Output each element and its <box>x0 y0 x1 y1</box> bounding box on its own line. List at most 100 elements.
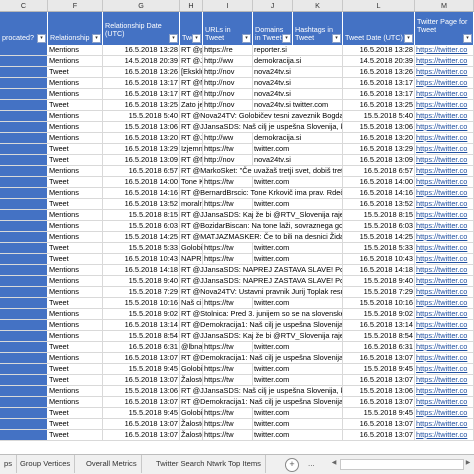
cell-tweet[interactable]: Golobiče <box>180 408 203 418</box>
cell-tweet[interactable]: RT @BozidarBiscan: Na tone laži, sovrazn… <box>180 221 343 231</box>
cell-relationship-date[interactable]: 16.5.2018 13:20 <box>103 133 180 143</box>
cell-tweet[interactable]: RT @pote <box>180 45 203 55</box>
cell-relationship[interactable]: Mentions <box>48 133 103 143</box>
cell-tweet-date[interactable]: 15.5.2018 6:03 <box>343 221 415 231</box>
cell-relationship-date[interactable]: 15.5.2018 13:06 <box>103 122 180 132</box>
cell-relationship-date[interactable]: 15.5.2018 9:45 <box>103 364 180 374</box>
table-row[interactable]: Mentions 16.5.2018 13:07 RT @Demokracija1:… <box>0 397 474 408</box>
cell-tweet-date[interactable]: 16.5.2018 6:31 <box>343 342 415 352</box>
cell-domains-in-tweet[interactable]: reporter.si <box>253 45 343 55</box>
cell-twitter-page[interactable]: https://twitter.co <box>415 78 474 88</box>
cell-tweet[interactable]: Naš cilj je <box>180 298 203 308</box>
cell-reciprocated[interactable] <box>0 287 48 297</box>
cell-urls-in-tweet[interactable]: https://tw <box>203 177 253 187</box>
cell-urls-in-tweet[interactable]: http://ww <box>203 133 253 143</box>
column-letter-f[interactable]: F <box>48 0 103 11</box>
cell-relationship[interactable]: Tweet <box>48 67 103 77</box>
cell-tweet-date[interactable]: 16.5.2018 13:29 <box>343 144 415 154</box>
cell-relationship-date[interactable]: 15.5.2018 6:03 <box>103 221 180 231</box>
cell-relationship-date[interactable]: 15.5.2018 14:25 <box>103 232 180 242</box>
table-row[interactable]: Mentions 16.5.2018 14:18 RT @JJansaSDS: NA… <box>0 265 474 276</box>
cell-relationship-date[interactable]: 15.5.2018 5:40 <box>103 111 180 121</box>
scroll-right-icon[interactable]: ▶ <box>464 459 472 468</box>
cell-relationship-date[interactable]: 15.5.2018 8:15 <box>103 210 180 220</box>
cell-relationship[interactable]: Mentions <box>48 353 103 363</box>
cell-tweet-date[interactable]: 15.5.2018 13:06 <box>343 386 415 396</box>
cell-reciprocated[interactable] <box>0 243 48 253</box>
filter-dropdown-icon[interactable]: ▾ <box>242 34 251 43</box>
cell-domains-in-tweet[interactable]: nova24tv.si <box>253 89 343 99</box>
cell-twitter-page[interactable]: https://twitter.co <box>415 199 474 209</box>
cell-reciprocated[interactable] <box>0 45 48 55</box>
cell-tweet[interactable]: @lbna69 <box>180 342 203 352</box>
header-reciprocated[interactable]: procated? ▾ <box>0 12 48 45</box>
cell-relationship[interactable]: Mentions <box>48 397 103 407</box>
cell-tweet-date[interactable]: 16.5.2018 13:20 <box>343 133 415 143</box>
table-row[interactable]: Mentions 15.5.2018 6:03 RT @BozidarBiscan:… <box>0 221 474 232</box>
cell-twitter-page[interactable]: https://twitter.co <box>415 210 474 220</box>
cell-relationship[interactable]: Mentions <box>48 320 103 330</box>
cell-domains-in-tweet[interactable]: nova24tv.si <box>253 67 343 77</box>
column-letter-i[interactable]: I <box>203 0 253 11</box>
cell-relationship[interactable]: Mentions <box>48 287 103 297</box>
cell-relationship-date[interactable]: 16.5.2018 13:28 <box>103 45 180 55</box>
table-row[interactable]: Mentions14.5.2018 20:39RT @Joze14.5.2018… <box>0 56 474 67</box>
cell-reciprocated[interactable] <box>0 155 48 165</box>
cell-tweet-date[interactable]: 15.5.2018 8:15 <box>343 210 415 220</box>
cell-tweet[interactable]: RT @JJansaSDS: NAPREJ ZASTAVA SLAVE! Pon… <box>180 265 343 275</box>
cell-reciprocated[interactable] <box>0 342 48 352</box>
cell-domains-in-tweet[interactable]: demokracija.si <box>253 133 343 143</box>
cell-tweet-date[interactable]: 16.5.2018 13:14 <box>343 320 415 330</box>
cell-tweet[interactable]: moralno c <box>180 199 203 209</box>
cell-relationship[interactable]: Tweet <box>48 430 103 440</box>
cell-tweet[interactable]: RT @MarkoSket: "Če uvažaš tretji svet, d… <box>180 166 343 176</box>
cell-relationship-date[interactable]: 15.5.2018 9:40 <box>103 276 180 286</box>
cell-relationship-date[interactable]: 14.5.2018 20:39 <box>103 56 180 66</box>
cell-relationship[interactable]: Tweet <box>48 408 103 418</box>
cell-reciprocated[interactable] <box>0 210 48 220</box>
cell-relationship[interactable]: Mentions <box>48 210 103 220</box>
cell-relationship[interactable]: Tweet <box>48 177 103 187</box>
header-relationship-date[interactable]: Relationship Date (UTC) ▾ <box>103 12 180 45</box>
cell-twitter-page[interactable]: https://twitter.co <box>415 243 474 253</box>
table-row[interactable]: Mentions16.5.2018 13:28RT @pote16.5.2018… <box>0 45 474 56</box>
cell-tweet[interactable]: RT @BernardBrscic: Tone Krkovič ima prav… <box>180 188 343 198</box>
cell-relationship-date[interactable]: 16.5.2018 10:43 <box>103 254 180 264</box>
cell-tweet-date[interactable]: 16.5.2018 13:09 <box>343 155 415 165</box>
cell-urls-in-tweet[interactable]: https://re <box>203 45 253 55</box>
cell-relationship-date[interactable]: 16.5.2018 13:07 <box>103 430 180 440</box>
cell-urls-in-tweet[interactable]: https://tw <box>203 199 253 209</box>
cell-tweet-date[interactable]: 16.5.2018 13:28 <box>343 45 415 55</box>
cell-reciprocated[interactable] <box>0 265 48 275</box>
cell-relationship[interactable]: Mentions <box>48 56 103 66</box>
cell-reciprocated[interactable] <box>0 298 48 308</box>
table-row[interactable]: Mentions16.5.2018 13:17RT @NeM16.5.2018 … <box>0 78 474 89</box>
cell-relationship-date[interactable]: 16.5.2018 13:17 <box>103 89 180 99</box>
cell-relationship-date[interactable]: 16.5.2018 13:26 <box>103 67 180 77</box>
cell-relationship[interactable]: Tweet <box>48 419 103 429</box>
cell-reciprocated[interactable] <box>0 221 48 231</box>
cell-tweet[interactable]: Golobiče <box>180 243 203 253</box>
cell-twitter-page[interactable]: https://twitter.co <box>415 111 474 121</box>
cell-reciprocated[interactable] <box>0 166 48 176</box>
cell-twitter-page[interactable]: https://twitter.co <box>415 144 474 154</box>
cell-urls-in-tweet[interactable]: https://tw <box>203 364 253 374</box>
cell-urls-in-tweet[interactable]: https://tw <box>203 243 253 253</box>
sheet-tab-overall-metrics[interactable]: Overall Metrics <box>82 455 142 473</box>
table-row[interactable]: Tweet15.5.2018 9:45Golobiče15.5.2018 9:4… <box>0 408 474 419</box>
cell-relationship[interactable]: Mentions <box>48 45 103 55</box>
table-row[interactable]: Tweet15.5.2018 10:16Naš cilj je15.5.2018… <box>0 298 474 309</box>
table-row[interactable]: Tweet15.5.2018 9:45Golobiče15.5.2018 9:4… <box>0 364 474 375</box>
cell-relationship-date[interactable]: 16.5.2018 6:57 <box>103 166 180 176</box>
cell-relationship-date[interactable]: 15.5.2018 9:45 <box>103 408 180 418</box>
cell-twitter-page[interactable]: https://twitter.co <box>415 287 474 297</box>
cell-domains-in-tweet[interactable]: twitter.com <box>253 342 343 352</box>
cell-tweet-date[interactable]: 15.5.2018 9:40 <box>343 276 415 286</box>
cell-tweet-date[interactable]: 16.5.2018 10:43 <box>343 254 415 264</box>
cell-urls-in-tweet[interactable]: https://tw <box>203 419 253 429</box>
cell-twitter-page[interactable]: https://twitter.co <box>415 353 474 363</box>
more-sheets-ellipsis[interactable]: ... <box>308 455 315 473</box>
cell-tweet-date[interactable]: 15.5.2018 5:33 <box>343 243 415 253</box>
table-row[interactable]: Mentions 15.5.2018 7:29 RT @Nova24TV: Usta… <box>0 287 474 298</box>
cell-tweet[interactable]: Zato je ka <box>180 100 203 110</box>
